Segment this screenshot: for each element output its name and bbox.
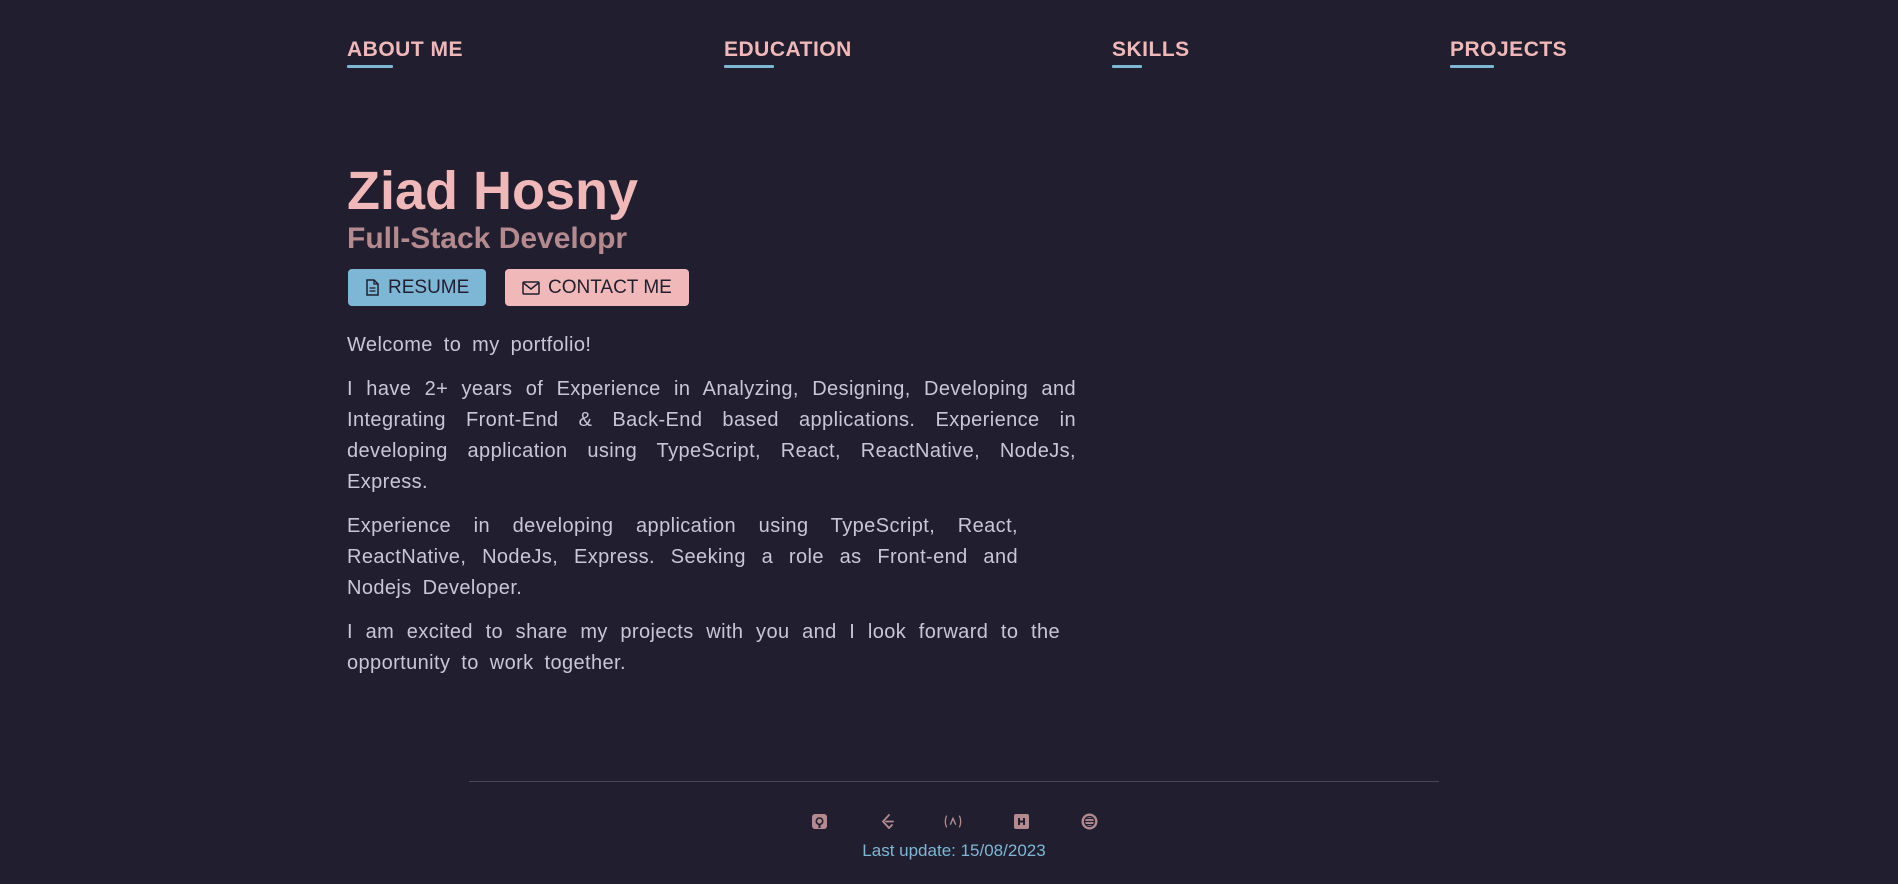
last-update: Last update: 15/08/2023 (862, 841, 1046, 860)
nav-about-me-label: ABOUT ME (347, 38, 463, 61)
leetcode-icon[interactable] (877, 811, 897, 831)
nav-about-me[interactable]: ABOUT ME (347, 38, 463, 68)
nav-projects[interactable]: PROJECTS (1450, 38, 1568, 68)
intro-welcome: Welcome to my portfolio! (347, 334, 592, 356)
hackerrank-icon[interactable] (1011, 811, 1031, 831)
nav-underline (1112, 65, 1142, 68)
intro-closing: I am excited to share my projects with y… (347, 621, 1060, 674)
nav-underline (1450, 65, 1494, 68)
nav-skills-label: SKILLS (1112, 38, 1190, 61)
github-icon[interactable] (809, 811, 829, 831)
mail-icon (522, 280, 540, 295)
resume-label: RESUME (388, 276, 470, 298)
document-icon (366, 279, 379, 296)
contact-me-label: CONTACT ME (548, 276, 672, 298)
footer-divider (469, 781, 1439, 782)
intro-seeking: Experience in developing application usi… (347, 515, 1018, 599)
intro-section: Welcome to my portfolio! I have 2+ years… (347, 330, 1076, 692)
nav-projects-label: PROJECTS (1450, 38, 1568, 61)
hero-name: Ziad Hosny (347, 161, 639, 221)
contact-me-button[interactable]: CONTACT ME (505, 269, 689, 306)
hero-role: Full-Stack Developr (347, 222, 628, 255)
intro-experience: I have 2+ years of Experience in Analyzi… (347, 378, 1076, 493)
codewars-icon[interactable] (1079, 811, 1099, 831)
nav-education[interactable]: EDUCATION (724, 38, 852, 68)
freecodecamp-icon[interactable] (943, 811, 963, 831)
nav-underline (724, 65, 774, 68)
nav-skills[interactable]: SKILLS (1112, 38, 1190, 68)
nav-education-label: EDUCATION (724, 38, 852, 61)
resume-button[interactable]: RESUME (348, 269, 486, 306)
nav-underline (347, 65, 393, 68)
